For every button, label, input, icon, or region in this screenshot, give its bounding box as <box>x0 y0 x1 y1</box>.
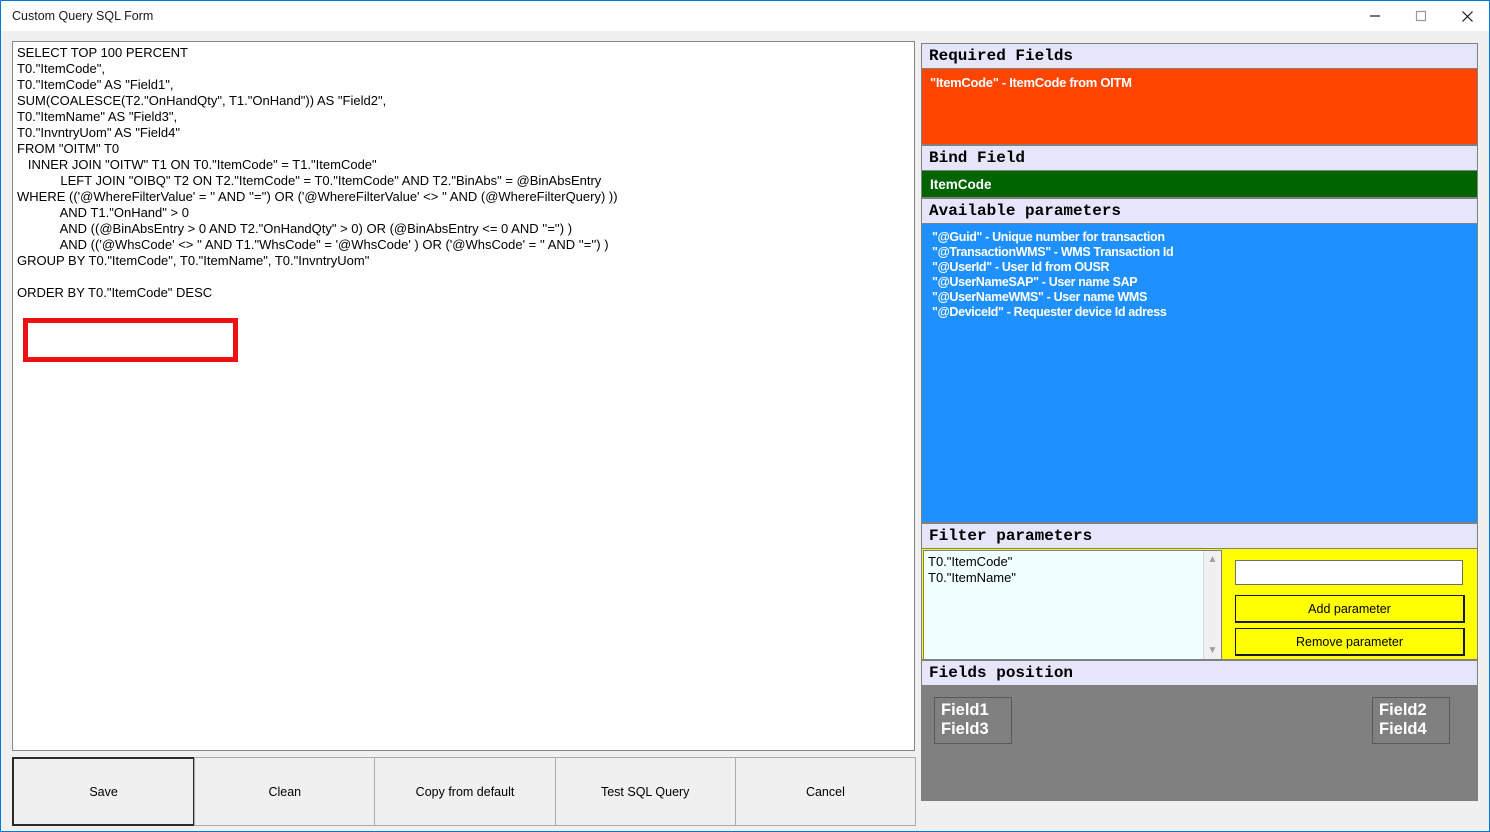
window-title: Custom Query SQL Form <box>12 9 153 23</box>
bind-field-value-box[interactable]: ItemCode <box>921 170 1478 198</box>
sql-query-textarea[interactable]: SELECT TOP 100 PERCENT T0."ItemCode", T0… <box>12 41 915 751</box>
parameter-name-input[interactable] <box>1235 560 1463 585</box>
bind-field-header: Bind Field <box>921 145 1478 170</box>
filter-list-scrollbar[interactable]: ▲ ▼ <box>1203 551 1221 659</box>
remove-parameter-button[interactable]: Remove parameter <box>1235 628 1465 656</box>
minimize-icon <box>1369 10 1381 22</box>
title-bar: Custom Query SQL Form <box>1 1 1489 31</box>
filter-parameter-controls: Add parameter Remove parameter <box>1223 550 1476 659</box>
order-by-highlight-annotation <box>23 318 238 362</box>
sql-query-text: SELECT TOP 100 PERCENT T0."ItemCode", T0… <box>17 45 618 301</box>
filter-parameters-section: T0."ItemCode" T0."ItemName" ▲ ▼ Add para… <box>921 548 1478 660</box>
field-position-box-right[interactable]: Field2 Field4 <box>1372 697 1450 744</box>
chevron-down-icon[interactable]: ▼ <box>1204 642 1221 659</box>
available-parameter-item: "@TransactionWMS" - WMS Transaction Id <box>932 245 1477 260</box>
required-field-item: "ItemCode" - ItemCode from OITM <box>930 74 1477 91</box>
available-parameter-item: "@UserNameSAP" - User name SAP <box>932 275 1477 290</box>
maximize-button[interactable] <box>1398 1 1444 31</box>
fields-position-canvas[interactable]: Field1 Field3 Field2 Field4 <box>921 685 1478 801</box>
right-side-panel: Required Fields "ItemCode" - ItemCode fr… <box>921 43 1478 801</box>
filter-parameters-header: Filter parameters <box>921 523 1478 548</box>
list-item[interactable]: T0."ItemName" <box>928 570 1203 586</box>
filter-parameters-items[interactable]: T0."ItemCode" T0."ItemName" <box>924 551 1203 659</box>
available-parameter-item: "@UserId" - User Id from OUSR <box>932 260 1477 275</box>
bind-field-value: ItemCode <box>930 175 1477 194</box>
fields-position-header: Fields position <box>921 660 1478 685</box>
save-button[interactable]: Save <box>12 757 195 826</box>
available-parameter-item: "@DeviceId" - Requester device Id adress <box>932 305 1477 320</box>
field-label: Field2 <box>1379 701 1443 720</box>
minimize-button[interactable] <box>1352 1 1398 31</box>
required-fields-list[interactable]: "ItemCode" - ItemCode from OITM <box>921 68 1478 145</box>
copy-from-default-button[interactable]: Copy from default <box>374 757 555 826</box>
close-button[interactable] <box>1444 1 1490 31</box>
list-item[interactable]: T0."ItemCode" <box>928 554 1203 570</box>
field-label: Field3 <box>941 720 1005 739</box>
field-position-box-left[interactable]: Field1 Field3 <box>934 697 1012 744</box>
application-window: Custom Query SQL Form SELECT TOP 100 PER… <box>0 0 1490 832</box>
maximize-icon <box>1415 10 1427 22</box>
available-parameter-item: "@Guid" - Unique number for transaction <box>932 230 1477 245</box>
available-parameter-item: "@UserNameWMS" - User name WMS <box>932 290 1477 305</box>
clean-button[interactable]: Clean <box>194 757 375 826</box>
available-parameters-list[interactable]: "@Guid" - Unique number for transaction … <box>921 223 1478 523</box>
action-button-bar: Save Clean Copy from default Test SQL Qu… <box>12 757 915 826</box>
test-sql-query-button[interactable]: Test SQL Query <box>555 757 736 826</box>
filter-parameters-listbox[interactable]: T0."ItemCode" T0."ItemName" ▲ ▼ <box>923 550 1222 660</box>
available-parameters-header: Available parameters <box>921 198 1478 223</box>
close-icon <box>1461 10 1474 23</box>
field-label: Field4 <box>1379 720 1443 739</box>
add-parameter-button[interactable]: Add parameter <box>1235 595 1465 623</box>
required-fields-header: Required Fields <box>921 43 1478 68</box>
field-label: Field1 <box>941 701 1005 720</box>
cancel-button[interactable]: Cancel <box>735 757 916 826</box>
chevron-up-icon[interactable]: ▲ <box>1204 551 1221 568</box>
